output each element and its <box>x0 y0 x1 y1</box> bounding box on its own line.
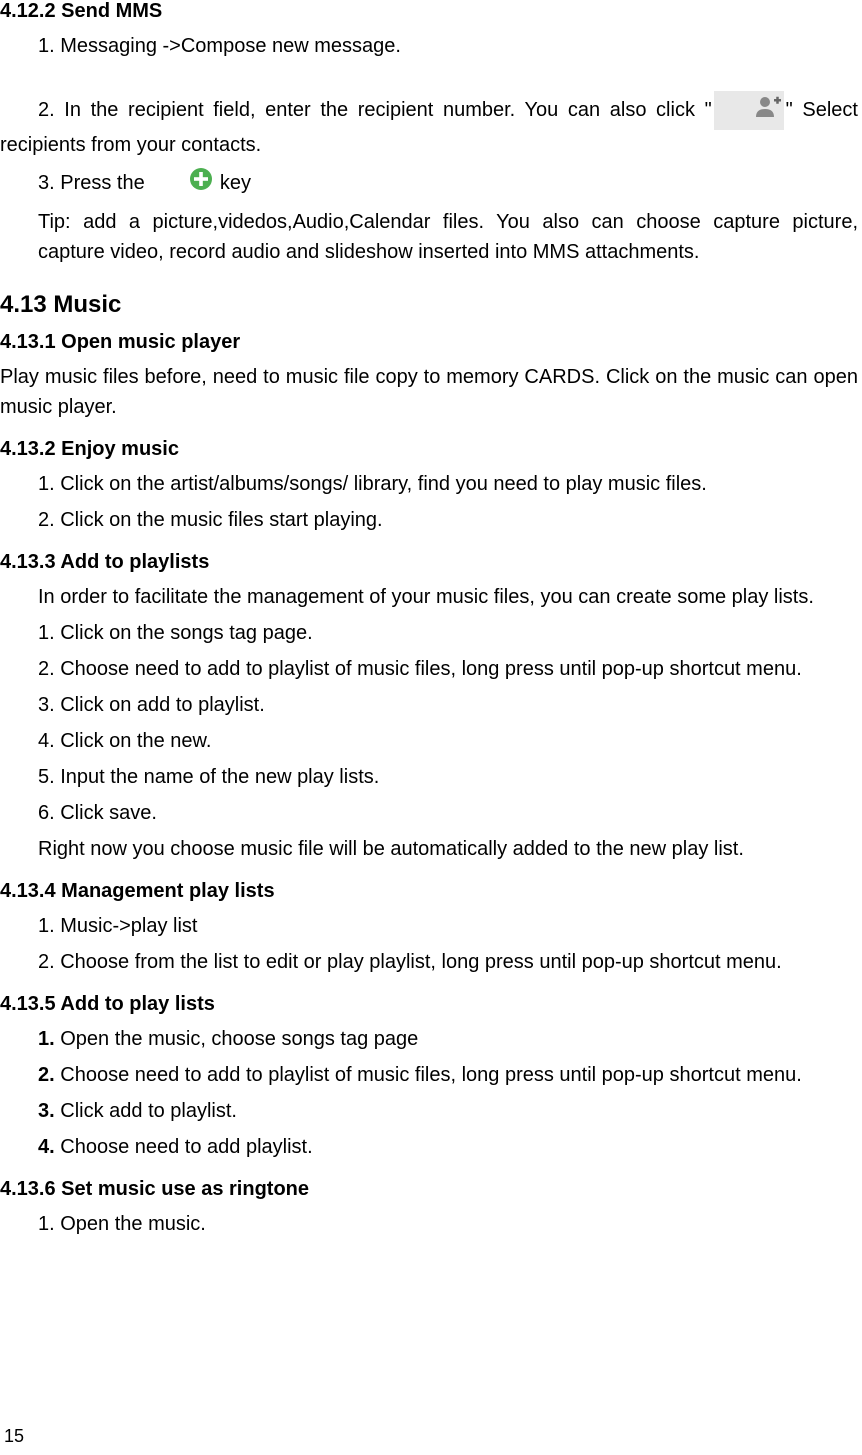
body-text: Play music files before, need to music f… <box>0 362 858 422</box>
heading-4-13-4: 4.13.4 Management play lists <box>0 880 858 903</box>
step-text: 1. Messaging ->Compose new message. <box>0 31 858 61</box>
page-number: 15 <box>4 1426 24 1447</box>
step-text: 2. Choose need to add to playlist of mus… <box>0 654 858 684</box>
step-text: 4. Click on the new. <box>0 726 858 756</box>
step-number: 1. <box>38 1028 60 1050</box>
text-segment: 3. Press the <box>38 172 150 194</box>
heading-4-13-1: 4.13.1 Open music player <box>0 331 858 354</box>
blank-line <box>0 67 858 91</box>
step-number: 3. <box>38 1100 60 1122</box>
step-text: 1. Click on the artist/albums/songs/ lib… <box>0 469 858 499</box>
step-body: Click add to playlist. <box>60 1100 237 1122</box>
step-text: 3. Click on add to playlist. <box>0 690 858 720</box>
note-text: Right now you choose music file will be … <box>0 834 858 864</box>
tip-text: Tip: add a picture,videdos,Audio,Calenda… <box>0 207 858 267</box>
heading-4-13-6: 4.13.6 Set music use as ringtone <box>0 1178 858 1201</box>
page-content: 4.12.2 Send MMS 1. Messaging ->Compose n… <box>0 0 862 1239</box>
step-text: 3. Press the key <box>0 166 858 201</box>
step-text: 5. Input the name of the new play lists. <box>0 762 858 792</box>
add-contact-icon <box>714 91 784 130</box>
heading-4-13-2: 4.13.2 Enjoy music <box>0 438 858 461</box>
step-number: 4. <box>38 1136 60 1158</box>
intro-text: In order to facilitate the management of… <box>0 582 858 612</box>
step-text: 2. Choose need to add to playlist of mus… <box>0 1060 858 1090</box>
step-text: 2. Click on the music files start playin… <box>0 505 858 535</box>
step-text: 1. Click on the songs tag page. <box>0 618 858 648</box>
step-number: 2. <box>38 1064 60 1086</box>
step-text: 1. Open the music, choose songs tag page <box>0 1024 858 1054</box>
step-text: 4. Choose need to add playlist. <box>0 1132 858 1162</box>
heading-4-12-2: 4.12.2 Send MMS <box>0 0 858 23</box>
step-body: Choose need to add to playlist of music … <box>60 1064 802 1086</box>
step-text: 1. Music->play list <box>0 911 858 941</box>
step-text: 2. In the recipient field, enter the rec… <box>0 91 858 160</box>
step-body: Choose need to add playlist. <box>60 1136 312 1158</box>
heading-4-13-5: 4.13.5 Add to play lists <box>0 993 858 1016</box>
plus-circle-icon <box>150 166 214 201</box>
heading-4-13-3: 4.13.3 Add to playlists <box>0 551 858 574</box>
step-text: 3. Click add to playlist. <box>0 1096 858 1126</box>
text-segment: 2. In the recipient field, enter the rec… <box>38 99 712 121</box>
document-page: 4.12.2 Send MMS 1. Messaging ->Compose n… <box>0 0 862 1455</box>
step-text: 6. Click save. <box>0 798 858 828</box>
step-text: 1. Open the music. <box>0 1209 858 1239</box>
step-body: Open the music, choose songs tag page <box>60 1028 418 1050</box>
heading-4-13: 4.13 Music <box>0 291 858 319</box>
step-text: 2. Choose from the list to edit or play … <box>0 947 858 977</box>
text-segment: key <box>214 172 251 194</box>
